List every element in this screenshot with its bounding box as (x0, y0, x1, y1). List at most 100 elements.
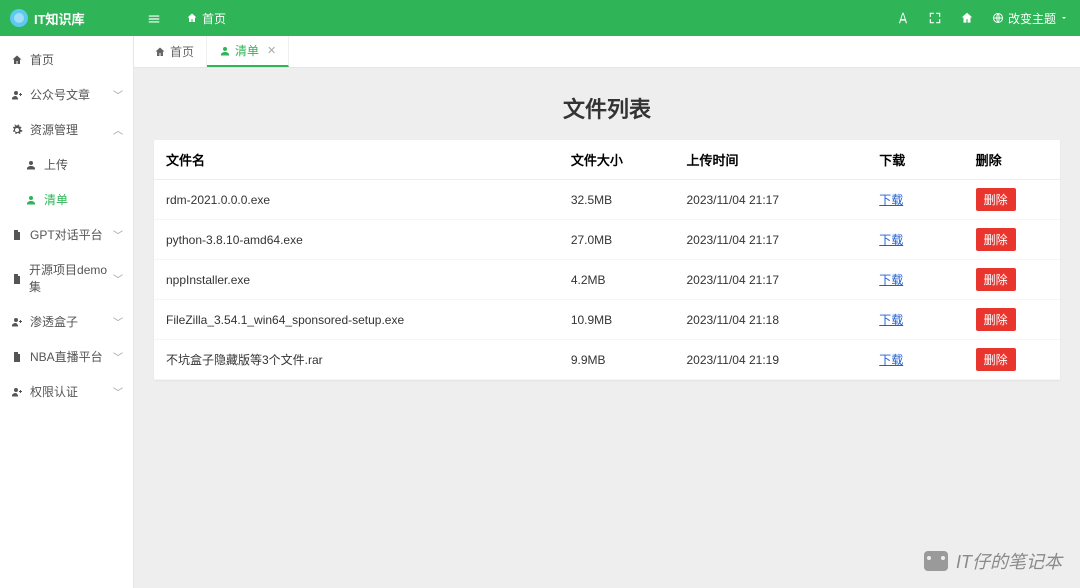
user-icon (24, 193, 38, 207)
col-header-name: 文件名 (154, 140, 559, 180)
cell-filesize: 9.9MB (559, 340, 675, 380)
sidebar-item-7[interactable]: 渗透盒子 ﹀ (0, 304, 133, 339)
col-header-download: 下载 (867, 140, 963, 180)
home-icon (186, 12, 198, 24)
brand-text: IT知识库 (34, 9, 85, 28)
sidebar-item-label: 资源管理 (30, 121, 78, 138)
cell-filesize: 10.9MB (559, 300, 675, 340)
table-row: FileZilla_3.54.1_win64_sponsored-setup.e… (154, 300, 1060, 340)
theme-label: 改变主题 (1008, 10, 1056, 27)
sidebar-item-label: 渗透盒子 (30, 313, 78, 330)
delete-button[interactable]: 删除 (976, 308, 1016, 331)
cell-filesize: 27.0MB (559, 220, 675, 260)
file-table: 文件名 文件大小 上传时间 下载 删除 rdm-2021.0.0.0.exe32… (154, 140, 1060, 380)
gear-icon (10, 123, 24, 137)
table-row: rdm-2021.0.0.0.exe32.5MB2023/11/04 21:17… (154, 180, 1060, 220)
delete-button[interactable]: 删除 (976, 348, 1016, 371)
sidebar-item-8[interactable]: NBA直播平台 ﹀ (0, 339, 133, 374)
file-icon (10, 271, 23, 285)
tab-label: 首页 (170, 43, 194, 60)
chevron-down-icon: ﹀ (113, 384, 123, 399)
wechat-icon (924, 551, 948, 571)
expand-icon (928, 11, 942, 25)
tab-0[interactable]: 首页 (142, 36, 207, 67)
file-table-wrap: 文件名 文件大小 上传时间 下载 删除 rdm-2021.0.0.0.exe32… (154, 140, 1060, 380)
sidebar-toggle-button[interactable] (134, 10, 174, 26)
download-link[interactable]: 下载 (879, 353, 903, 367)
main-content: 文件列表 文件名 文件大小 上传时间 下载 删除 rdm-2021.0.0.0.… (134, 68, 1080, 588)
sidebar-item-0[interactable]: 首页 (0, 42, 133, 77)
cell-filesize: 4.2MB (559, 260, 675, 300)
delete-button[interactable]: 删除 (976, 268, 1016, 291)
sidebar-item-label: 权限认证 (30, 383, 78, 400)
sidebar: 首页公众号文章﹀资源管理︿上传清单GPT对话平台﹀开源项目demo集﹀渗透盒子﹀… (0, 36, 134, 588)
download-link[interactable]: 下载 (879, 313, 903, 327)
brand-logo-icon (10, 9, 28, 27)
tab-1[interactable]: 清单 ✕ (207, 36, 289, 67)
chevron-up-icon: ︿ (113, 122, 123, 137)
sidebar-item-label: NBA直播平台 (30, 348, 103, 365)
sidebar-item-label: 开源项目demo集 (29, 261, 113, 295)
sidebar-item-3[interactable]: 上传 (0, 147, 133, 182)
chevron-down-icon: ﹀ (113, 271, 123, 286)
sidebar-item-2[interactable]: 资源管理 ︿ (0, 112, 133, 147)
table-row: python-3.8.10-amd64.exe27.0MB2023/11/04 … (154, 220, 1060, 260)
user-plus-icon (10, 315, 24, 329)
cell-uploadtime: 2023/11/04 21:17 (674, 220, 867, 260)
user-icon (24, 158, 38, 172)
cell-uploadtime: 2023/11/04 21:19 (674, 340, 867, 380)
cell-uploadtime: 2023/11/04 21:18 (674, 300, 867, 340)
cell-filename: FileZilla_3.54.1_win64_sponsored-setup.e… (154, 300, 559, 340)
chevron-down-icon: ﹀ (113, 87, 123, 102)
theme-dropdown[interactable]: 改变主题 (992, 10, 1068, 27)
sidebar-item-label: 上传 (44, 156, 68, 173)
chevron-down-icon: ﹀ (113, 349, 123, 364)
header-home-link[interactable]: 首页 (174, 10, 238, 27)
cell-filename: python-3.8.10-amd64.exe (154, 220, 559, 260)
globe-icon (992, 12, 1004, 24)
cell-filename: nppInstaller.exe (154, 260, 559, 300)
cell-filename: rdm-2021.0.0.0.exe (154, 180, 559, 220)
table-header-row: 文件名 文件大小 上传时间 下载 删除 (154, 140, 1060, 180)
page-title: 文件列表 (154, 92, 1060, 124)
download-link[interactable]: 下载 (879, 233, 903, 247)
chevron-down-icon: ﹀ (113, 227, 123, 242)
sidebar-item-6[interactable]: 开源项目demo集﹀ (0, 252, 133, 304)
header-home-label: 首页 (202, 10, 226, 27)
chevron-down-icon: ﹀ (113, 314, 123, 329)
sidebar-item-label: GPT对话平台 (30, 226, 103, 243)
cell-uploadtime: 2023/11/04 21:17 (674, 260, 867, 300)
watermark: IT仔的笔记本 (924, 548, 1062, 574)
sidebar-item-label: 清单 (44, 191, 68, 208)
header-actions: 改变主题 (896, 10, 1080, 27)
download-link[interactable]: 下载 (879, 193, 903, 207)
tab-label: 清单 (235, 42, 259, 59)
home-icon (154, 45, 166, 59)
font-icon (896, 11, 910, 25)
user-plus-icon (10, 88, 24, 102)
delete-button[interactable]: 删除 (976, 228, 1016, 251)
font-button[interactable] (896, 11, 910, 25)
sidebar-item-label: 公众号文章 (30, 86, 90, 103)
col-header-time: 上传时间 (674, 140, 867, 180)
col-header-delete: 删除 (964, 140, 1060, 180)
home-icon (10, 53, 24, 67)
delete-button[interactable]: 删除 (976, 188, 1016, 211)
sidebar-item-1[interactable]: 公众号文章 ﹀ (0, 77, 133, 112)
download-link[interactable]: 下载 (879, 273, 903, 287)
sidebar-item-9[interactable]: 权限认证 ﹀ (0, 374, 133, 409)
watermark-text: IT仔的笔记本 (956, 548, 1062, 574)
sidebar-item-5[interactable]: GPT对话平台 ﹀ (0, 217, 133, 252)
sidebar-item-label: 首页 (30, 51, 54, 68)
user-icon (219, 44, 231, 58)
tab-bar: 首页 清单 ✕ (134, 36, 1080, 68)
fullscreen-button[interactable] (928, 11, 942, 25)
table-row: nppInstaller.exe4.2MB2023/11/04 21:17 下载 删… (154, 260, 1060, 300)
file-icon (10, 228, 24, 242)
menu-icon (147, 12, 161, 26)
brand-logo[interactable]: IT知识库 (0, 9, 134, 28)
user-plus-icon (10, 385, 24, 399)
sidebar-item-4[interactable]: 清单 (0, 182, 133, 217)
close-icon[interactable]: ✕ (267, 44, 276, 57)
header-home-button[interactable] (960, 11, 974, 25)
